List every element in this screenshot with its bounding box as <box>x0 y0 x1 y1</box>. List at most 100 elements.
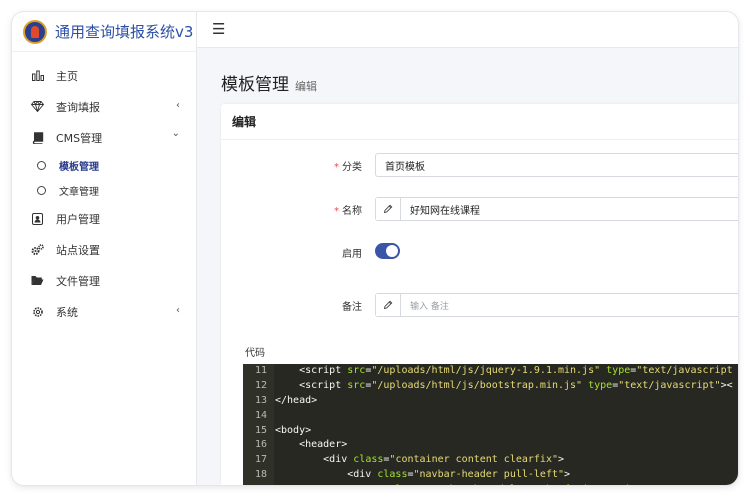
sidebar-item-system[interactable]: 系统 ‹ <box>12 296 196 327</box>
name-label-text: 名称 <box>342 206 362 217</box>
toggle-knob <box>386 245 398 257</box>
code-token: "container content clearfix" <box>389 454 558 466</box>
line-text: <a class="navbar-brand logo" href="javas… <box>275 483 666 485</box>
line-number: 13 <box>254 394 267 406</box>
category-value: 首页模板 <box>385 161 425 173</box>
app-window: 通用查询填报系统v3 主页 查询填报 ‹ CMS管理 ⌄ 模板管理 文章管理 用… <box>12 12 738 485</box>
chevron-left-icon: ‹ <box>176 305 180 316</box>
code-token: "navbar-header pull-left" <box>413 469 565 481</box>
circle-icon <box>37 186 46 195</box>
sidebar-item-site-settings[interactable]: 站点设置 <box>12 234 196 265</box>
code-lines: 11 <script src="/uploads/html/js/jquery-… <box>243 364 738 485</box>
code-editor[interactable]: 11 <script src="/uploads/html/js/jquery-… <box>243 364 738 485</box>
code-token: "navbar-brand logo" <box>426 484 540 485</box>
topbar: ☰ <box>197 12 738 48</box>
code-token: </head> <box>275 394 318 406</box>
code-token: <div <box>275 469 378 481</box>
sidebar-item-files[interactable]: 文件管理 <box>12 265 196 296</box>
line-text: </head> <box>275 394 317 409</box>
code-token: "text/javascript <box>636 365 733 376</box>
code-token: src <box>347 379 366 391</box>
code-token: src <box>347 365 366 376</box>
code-token: <script <box>275 365 348 376</box>
form-row-category: * 分类 首页模板 <box>221 153 738 177</box>
line-text: <script src="/uploads/html/js/bootstrap.… <box>275 379 733 394</box>
code-token: class <box>389 484 419 485</box>
sidebar-item-label: 用户管理 <box>56 212 100 226</box>
sidebar-item-label: 站点设置 <box>56 243 100 257</box>
bar-chart-icon <box>31 69 44 82</box>
code-token: > <box>660 484 666 485</box>
form-row-name: * 名称 好知网在线课程 <box>221 197 738 221</box>
form-row-enabled: 启用 <box>221 240 738 264</box>
sidebar-item-label: 文件管理 <box>56 274 100 288</box>
code-label: 代码 <box>245 348 265 359</box>
code-line: 11 <script src="/uploads/html/js/jquery-… <box>243 364 738 379</box>
line-number: 12 <box>254 379 267 391</box>
sidebar-item-home[interactable]: 主页 <box>12 60 196 91</box>
book-icon <box>31 131 44 144</box>
sidebar-item-users[interactable]: 用户管理 <box>12 203 196 234</box>
circle-icon <box>37 161 46 170</box>
sidebar-subitem-label: 文章管理 <box>59 187 99 198</box>
name-field[interactable]: 好知网在线课程 <box>375 197 738 221</box>
required-mark: * <box>334 206 339 217</box>
category-label: * 分类 <box>282 158 362 173</box>
category-select[interactable]: 首页模板 <box>375 153 738 177</box>
line-text: <script src="/uploads/html/js/jquery-1.9… <box>275 364 733 379</box>
sidebar-item-label: 查询填报 <box>56 100 100 114</box>
line-number: 19 <box>243 483 267 485</box>
sidebar-item-query[interactable]: 查询填报 ‹ <box>12 91 196 122</box>
sidebar-nav: 主页 查询填报 ‹ CMS管理 ⌄ 模板管理 文章管理 用户管理 站点设置 文件… <box>12 52 196 327</box>
code-token: class <box>353 454 384 466</box>
code-token: >< <box>720 379 733 391</box>
user-card-icon <box>31 212 44 225</box>
pencil-icon <box>376 198 401 220</box>
line-number: 16 <box>254 439 267 451</box>
brand[interactable]: 通用查询填报系统v3 <box>12 12 196 52</box>
line-text: <div class="container content clearfix"> <box>275 453 564 468</box>
code-line: 12 <script src="/uploads/html/js/bootstr… <box>243 379 738 394</box>
code-token: "text/javascript" <box>618 379 721 391</box>
code-token: type <box>606 365 631 376</box>
sidebar-subitem-template[interactable]: 模板管理 <box>12 153 196 178</box>
required-mark: * <box>334 162 339 173</box>
code-line: 19 <a class="navbar-brand logo" href="ja… <box>243 483 738 485</box>
page-subtitle: 编辑 <box>295 80 317 93</box>
sidebar-subitem-article[interactable]: 文章管理 <box>12 178 196 203</box>
sidebar-item-label: CMS管理 <box>56 131 103 145</box>
code-line: 16 <header> <box>243 438 738 453</box>
chevron-down-icon: ⌄ <box>171 128 180 139</box>
code-token: <div <box>275 454 354 466</box>
remark-label: 备注 <box>342 302 362 313</box>
name-value: 好知网在线课程 <box>410 205 480 217</box>
cogs-icon <box>31 243 44 256</box>
enabled-toggle[interactable] <box>375 243 400 259</box>
sidebar-item-label: 系统 <box>56 305 78 319</box>
code-token: "/uploads/html/js/bootstrap.min.js" <box>371 379 583 391</box>
code-token: <script <box>275 379 348 391</box>
code-token: href <box>546 484 570 485</box>
code-token: > <box>564 469 571 481</box>
sidebar-item-label: 主页 <box>56 69 78 83</box>
remark-field[interactable]: 输入 备注 <box>375 293 738 317</box>
remark-placeholder: 输入 备注 <box>410 301 449 312</box>
code-token: > <box>558 454 565 466</box>
category-label-text: 分类 <box>342 162 362 173</box>
pencil-icon <box>376 294 401 316</box>
edit-card: 编辑 * 分类 首页模板 * 名称 好知网在线课程 启用 备注 输入 备注 代码… <box>221 104 738 485</box>
code-line: 14 <box>243 409 738 424</box>
line-number: 14 <box>254 409 267 421</box>
code-token: type <box>588 379 613 391</box>
sidebar: 通用查询填报系统v3 主页 查询填报 ‹ CMS管理 ⌄ 模板管理 文章管理 用… <box>12 12 197 485</box>
enabled-label: 启用 <box>342 249 362 260</box>
code-line: 17 <div class="container content clearfi… <box>243 453 738 468</box>
card-header: 编辑 <box>221 104 738 140</box>
line-number: 18 <box>254 469 267 481</box>
code-token: <header> <box>275 439 348 451</box>
menu-toggle-icon[interactable]: ☰ <box>212 20 225 38</box>
sidebar-item-cms[interactable]: CMS管理 ⌄ <box>12 122 196 153</box>
name-label: * 名称 <box>282 202 362 217</box>
chevron-left-icon: ‹ <box>176 100 180 111</box>
code-line: 15 <body> <box>243 424 738 439</box>
